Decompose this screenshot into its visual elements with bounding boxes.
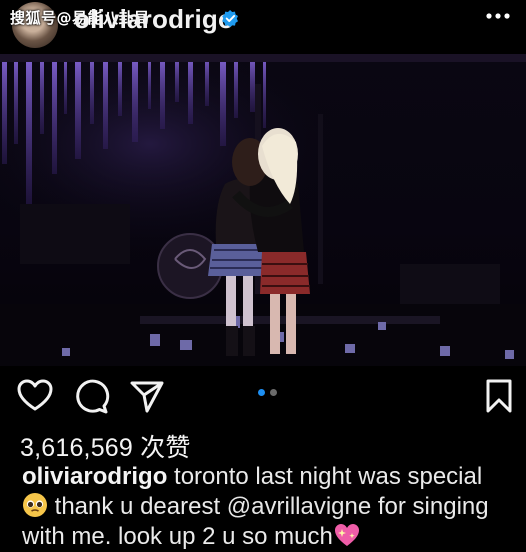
post-caption: oliviarodrigo toronto last night was spe… — [22, 462, 522, 552]
more-options-icon[interactable] — [486, 12, 510, 20]
mention-link[interactable]: @avrillavigne — [227, 493, 371, 520]
username[interactable]: oliviarodrigo — [74, 4, 234, 35]
comment-icon[interactable] — [71, 376, 111, 416]
caption-text-line3: with me. look up 2 u so much — [22, 523, 333, 550]
bookmark-icon[interactable] — [479, 376, 519, 416]
sparkling-heart-emoji-icon — [334, 524, 359, 546]
heart-icon[interactable] — [15, 376, 55, 416]
pleading-face-emoji-icon — [23, 493, 47, 517]
carousel-dot-active[interactable] — [258, 389, 265, 396]
action-bar — [0, 376, 526, 420]
caption-username[interactable]: oliviarodrigo — [22, 463, 167, 490]
share-icon[interactable] — [127, 376, 167, 416]
carousel-dot[interactable] — [270, 389, 277, 396]
post-photo[interactable] — [0, 54, 526, 366]
post-header: 搜狐号@易能八卦局 oliviarodrigo — [0, 0, 526, 50]
concert-stage-image — [0, 54, 526, 366]
like-count[interactable]: 3,616,569 次赞 — [20, 428, 191, 464]
caption-text-line1: toronto last night was special — [167, 463, 483, 490]
verified-badge-icon — [222, 10, 238, 27]
caption-text-line2b: for singing — [371, 493, 489, 520]
carousel-indicator — [258, 389, 282, 397]
caption-text-line2a: thank u dearest — [48, 493, 227, 520]
